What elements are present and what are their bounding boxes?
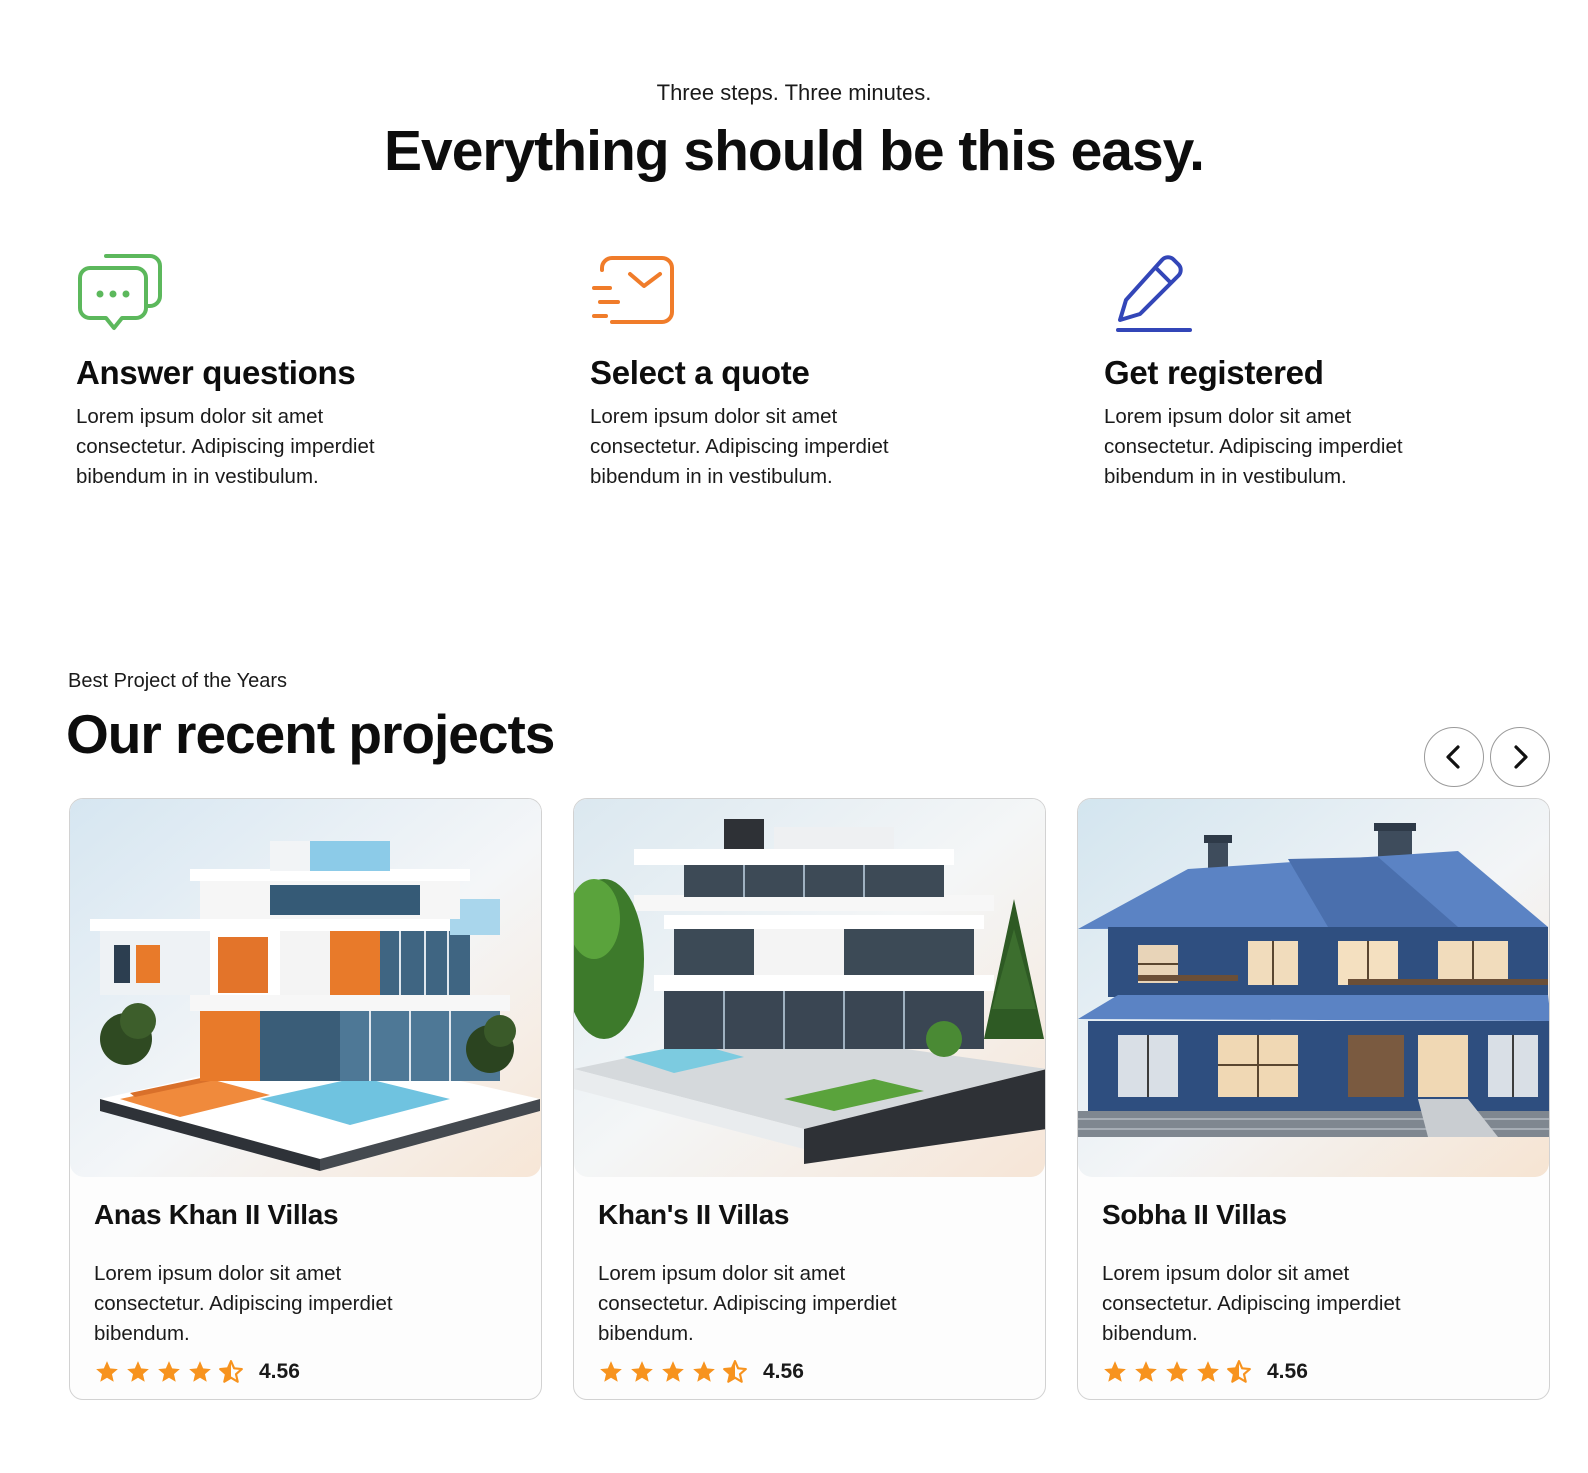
project-rating: 4.56: [94, 1359, 300, 1385]
step-title: Answer questions: [76, 354, 356, 391]
project-name: Anas Khan II Villas: [94, 1199, 339, 1230]
star-full-icon: [662, 1361, 684, 1382]
project-rating: 4.56: [598, 1359, 804, 1385]
star-half-icon: [723, 1360, 747, 1383]
star-full-icon: [1166, 1361, 1188, 1382]
chevron-right-icon: [1514, 745, 1528, 769]
star-full-icon: [693, 1361, 715, 1382]
star-full-icon: [189, 1361, 211, 1382]
star-full-icon: [600, 1361, 622, 1382]
rating-score: 4.56: [259, 1360, 300, 1383]
carousel-prev-button[interactable]: [1424, 727, 1484, 787]
hero-eyebrow: Three steps. Three minutes.: [656, 80, 932, 105]
step-select-quote: Select a quote Lorem ipsum dolor sit ame…: [590, 250, 970, 492]
star-full-icon: [1197, 1361, 1219, 1382]
project-image: [574, 799, 1045, 1177]
hero-headline: Everything should be this easy.: [384, 119, 1205, 183]
step-title: Select a quote: [590, 354, 810, 391]
chat-bubbles-icon: [78, 254, 162, 330]
rating-stars: [598, 1359, 753, 1385]
rating-score: 4.56: [763, 1360, 804, 1383]
project-image: [70, 799, 541, 1177]
star-half-icon: [219, 1360, 243, 1383]
project-name: Sobha II Villas: [1102, 1199, 1287, 1230]
step-description: Lorem ipsum dolor sit amet consectetur. …: [590, 405, 889, 488]
chevron-left-icon: [1446, 745, 1460, 769]
project-rating: 4.56: [1102, 1359, 1308, 1385]
projects-eyebrow: Best Project of the Years: [68, 670, 288, 692]
step-answer-questions: Answer questions Lorem ipsum dolor sit a…: [76, 250, 456, 492]
step-get-registered: Get registered Lorem ipsum dolor sit ame…: [1104, 250, 1484, 492]
rating-stars: [94, 1359, 249, 1385]
step-title: Get registered: [1104, 354, 1324, 391]
carousel-next-button[interactable]: [1490, 727, 1550, 787]
project-description: Lorem ipsum dolor sit amet consectetur. …: [598, 1262, 897, 1345]
project-card[interactable]: Khan's II Villas Lorem ipsum dolor sit a…: [573, 798, 1046, 1400]
star-full-icon: [1104, 1361, 1126, 1382]
step-description: Lorem ipsum dolor sit amet consectetur. …: [76, 405, 375, 488]
project-description: Lorem ipsum dolor sit amet consectetur. …: [1102, 1262, 1401, 1345]
rating-stars: [1102, 1359, 1257, 1385]
fast-mail-icon: [592, 256, 674, 324]
projects-title: Our recent projects: [66, 703, 555, 765]
star-half-icon: [1227, 1360, 1251, 1383]
star-full-icon: [158, 1361, 180, 1382]
project-name: Khan's II Villas: [598, 1199, 790, 1230]
star-full-icon: [127, 1361, 149, 1382]
star-full-icon: [96, 1361, 118, 1382]
step-description: Lorem ipsum dolor sit amet consectetur. …: [1104, 405, 1403, 488]
project-card[interactable]: Sobha II Villas Lorem ipsum dolor sit am…: [1077, 798, 1550, 1400]
project-card[interactable]: Anas Khan II Villas Lorem ipsum dolor si…: [69, 798, 542, 1400]
star-full-icon: [1135, 1361, 1157, 1382]
project-image: [1078, 799, 1549, 1177]
project-description: Lorem ipsum dolor sit amet consectetur. …: [94, 1262, 393, 1345]
star-full-icon: [631, 1361, 653, 1382]
rating-score: 4.56: [1267, 1360, 1308, 1383]
pencil-icon: [1116, 255, 1192, 332]
